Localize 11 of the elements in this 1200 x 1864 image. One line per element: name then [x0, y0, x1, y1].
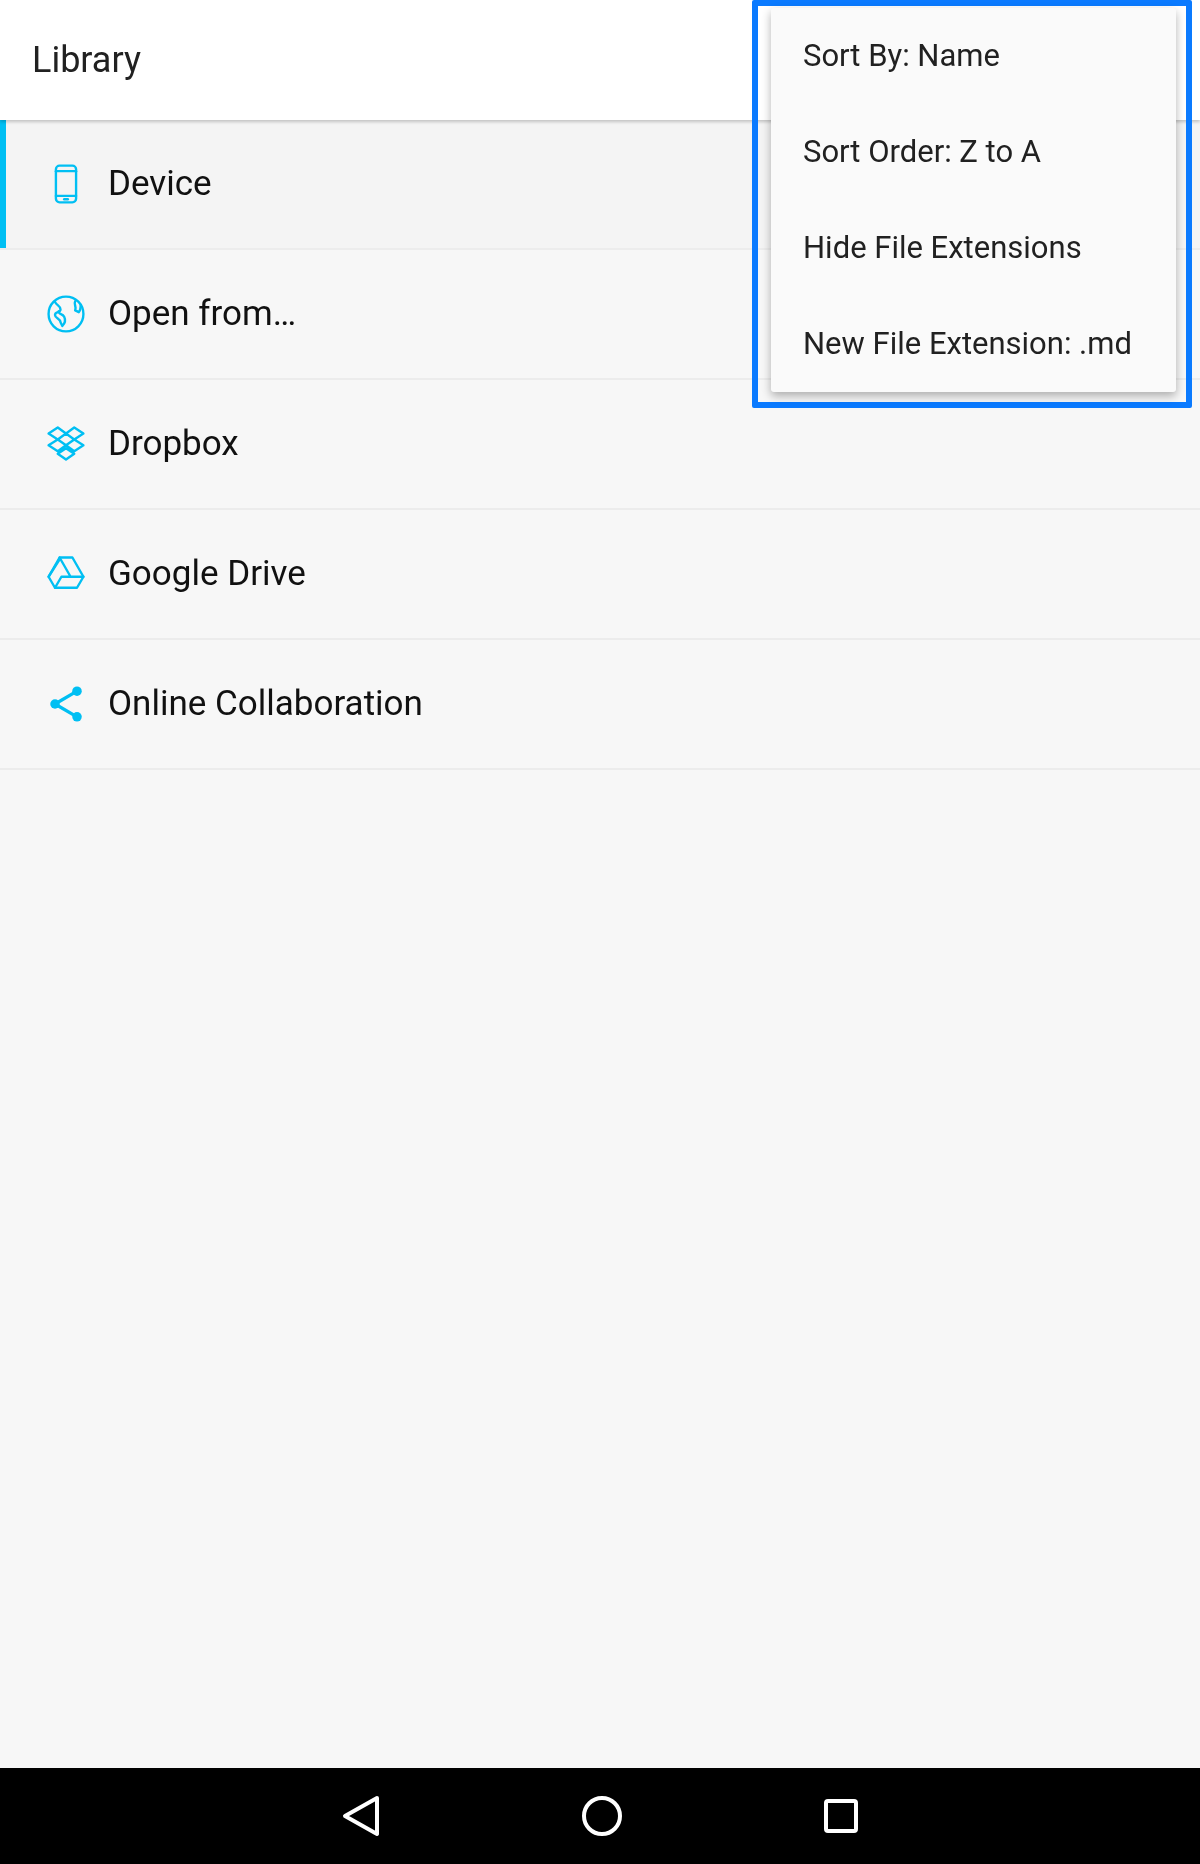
library-item-label: Dropbox: [108, 421, 239, 466]
library-item-label: Device: [108, 161, 212, 206]
back-icon[interactable]: [341, 1794, 381, 1838]
home-icon[interactable]: [581, 1795, 623, 1837]
menu-item[interactable]: Sort By: Name: [771, 8, 1176, 104]
library-item-label: Google Drive: [108, 551, 306, 596]
library-item-label: Open from…: [108, 291, 297, 336]
globe-icon: [44, 292, 88, 336]
library-item-label: Online Collaboration: [108, 681, 423, 726]
recents-icon[interactable]: [823, 1798, 859, 1834]
app-bar-title: Library: [32, 38, 141, 83]
